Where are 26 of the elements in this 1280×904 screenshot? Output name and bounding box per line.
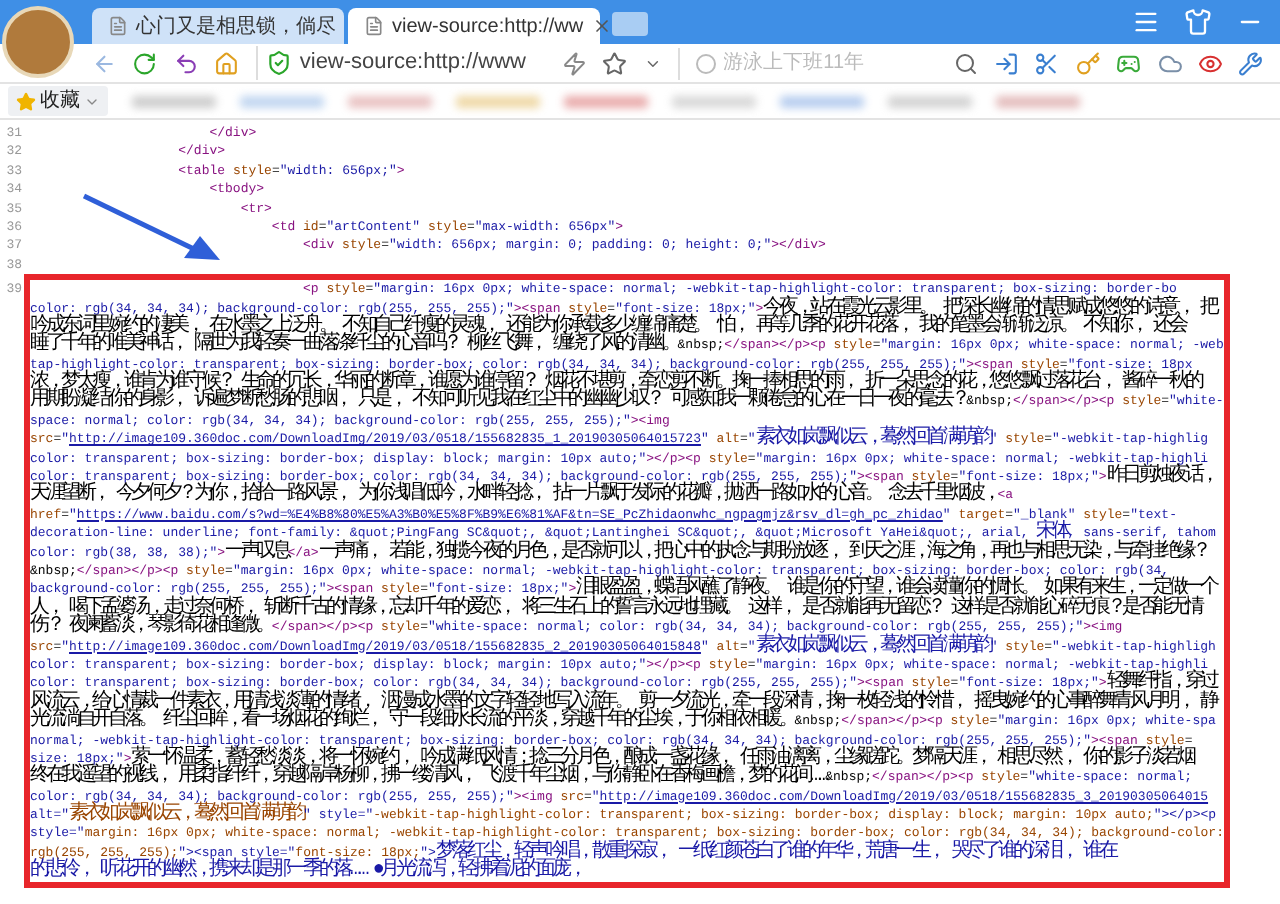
lightning-icon[interactable] [561, 49, 587, 77]
close-icon[interactable] [591, 16, 612, 36]
page-icon [108, 16, 128, 36]
url-text: view-source:http://www [299, 48, 526, 79]
star-icon [16, 91, 36, 111]
enter-icon[interactable] [993, 49, 1019, 77]
bookmarks-button[interactable]: 收藏 [8, 86, 108, 116]
code-line: 的悲伶， 听花开的幽然，携来却是那一季的落…… ●月光流泻，轻拂着泥的面庞， [30, 862, 584, 882]
tab-title: 心门又是相思锁，倘尽 [136, 13, 336, 41]
wrench-icon[interactable] [1238, 49, 1264, 77]
home-icon[interactable] [214, 49, 240, 77]
star-icon[interactable] [602, 49, 628, 77]
shield-icon [265, 50, 292, 76]
browser-tab[interactable]: 心门又是相思锁，倘尽 [92, 8, 344, 44]
tab-title: view-source:http://ww [392, 13, 584, 41]
shirt-icon[interactable] [1184, 8, 1212, 36]
undo-icon[interactable] [173, 49, 199, 77]
scissors-icon[interactable] [1034, 49, 1060, 77]
key-icon[interactable] [1075, 49, 1101, 77]
address-bar[interactable]: view-source:http://www [255, 46, 546, 80]
refresh-icon[interactable] [132, 49, 158, 77]
page-icon [364, 16, 384, 36]
search-field[interactable]: 游泳上下班11年 [723, 48, 946, 78]
search-icon[interactable] [953, 51, 978, 75]
menu-icon[interactable] [1132, 8, 1160, 36]
annotation-arrow [80, 192, 224, 264]
